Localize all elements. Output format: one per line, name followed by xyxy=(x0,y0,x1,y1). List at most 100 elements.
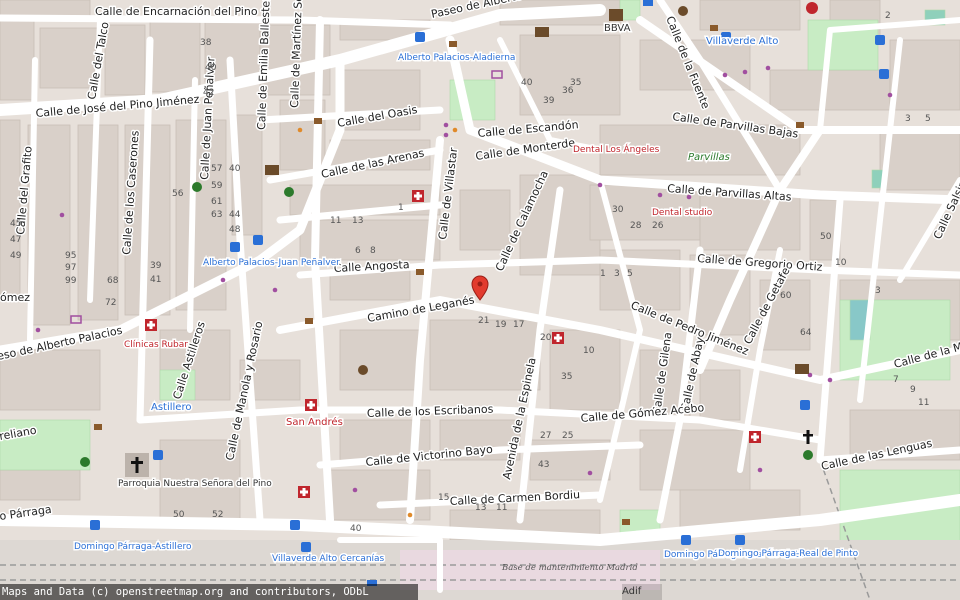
svg-text:60: 60 xyxy=(780,291,792,301)
svg-text:47: 47 xyxy=(10,235,21,245)
people-icon[interactable] xyxy=(358,365,368,375)
atm-icon[interactable] xyxy=(535,27,549,37)
svg-text:17: 17 xyxy=(513,320,524,330)
dental-label: Dental Los Ángeles xyxy=(573,143,660,155)
church-icon[interactable] xyxy=(125,453,149,477)
cafe-icon[interactable] xyxy=(305,318,313,324)
svg-text:43: 43 xyxy=(538,460,549,470)
shopping-cart-icon[interactable] xyxy=(491,70,503,79)
svg-text:35: 35 xyxy=(570,78,581,88)
svg-text:44: 44 xyxy=(229,210,241,220)
mail-icon[interactable] xyxy=(795,364,809,374)
svg-text:99: 99 xyxy=(65,276,77,286)
bus-stop-icon[interactable] xyxy=(800,400,810,410)
svg-text:5: 5 xyxy=(925,114,931,124)
svg-text:2: 2 xyxy=(885,11,891,21)
clinic-label: Clínicas Rubar xyxy=(124,340,188,350)
svg-text:26: 26 xyxy=(652,221,664,231)
svg-text:10: 10 xyxy=(583,346,595,356)
map-attribution[interactable]: Maps and Data (c) openstreetmap.org and … xyxy=(0,584,418,600)
dental-label: Dental studio xyxy=(652,208,713,218)
svg-text:40: 40 xyxy=(350,524,362,534)
bus-stop-icon[interactable] xyxy=(153,450,163,460)
bank-icon[interactable] xyxy=(609,9,623,21)
map-canvas[interactable]: Calle de Encarnación del Pino Paseo de A… xyxy=(0,0,960,600)
location-pin-icon[interactable] xyxy=(471,275,489,301)
cafe-icon[interactable] xyxy=(449,41,457,47)
atm-icon[interactable] xyxy=(265,165,279,175)
svg-text:19: 19 xyxy=(495,320,507,330)
svg-text:50: 50 xyxy=(820,232,832,242)
svg-text:41: 41 xyxy=(150,275,161,285)
pharmacy-icon[interactable] xyxy=(412,190,424,202)
pharmacy-icon[interactable] xyxy=(552,332,564,344)
bus-stop-icon[interactable] xyxy=(735,535,745,545)
svg-text:6: 6 xyxy=(355,246,361,256)
pharmacy-icon[interactable] xyxy=(749,431,761,443)
cafe-icon[interactable] xyxy=(710,25,718,31)
svg-text:68: 68 xyxy=(107,276,119,286)
svg-text:52: 52 xyxy=(212,510,223,520)
svg-text:13: 13 xyxy=(352,216,363,226)
bus-stop-icon[interactable] xyxy=(230,242,240,252)
cafe-icon[interactable] xyxy=(416,269,424,275)
fire-station-icon[interactable] xyxy=(806,2,818,14)
svg-text:8: 8 xyxy=(370,246,376,256)
svg-text:72: 72 xyxy=(105,298,116,308)
bus-stop-label: Alberto Palacios-Aladierna xyxy=(398,53,515,63)
bank-label: BBVA xyxy=(604,23,631,34)
bus-stop-icon[interactable] xyxy=(301,542,311,552)
svg-text:61: 61 xyxy=(211,197,222,207)
svg-text:95: 95 xyxy=(65,251,76,261)
svg-text:48: 48 xyxy=(229,225,241,235)
svg-text:25: 25 xyxy=(562,431,573,441)
fitness-icon[interactable] xyxy=(192,182,202,192)
svg-text:39: 39 xyxy=(150,261,162,271)
bus-stop-icon[interactable] xyxy=(90,520,100,530)
people-icon[interactable] xyxy=(678,6,688,16)
bus-stop-icon[interactable] xyxy=(415,32,425,42)
bus-stop-icon[interactable] xyxy=(253,235,263,245)
church-label: Parroquia Nuestra Señora del Pino xyxy=(118,479,272,489)
map-view[interactable]: Calle de Encarnación del Pino Paseo de A… xyxy=(0,0,960,600)
playground-icon[interactable] xyxy=(80,457,90,467)
pharmacy-icon[interactable] xyxy=(298,486,310,498)
svg-text:10: 10 xyxy=(835,258,847,268)
pharmacy-icon[interactable] xyxy=(305,399,317,411)
cafe-icon[interactable] xyxy=(314,118,322,124)
svg-text:64: 64 xyxy=(800,328,812,338)
svg-text:39: 39 xyxy=(543,96,555,106)
svg-text:40: 40 xyxy=(229,164,241,174)
bus-stop-icon[interactable] xyxy=(879,69,889,79)
cafe-icon[interactable] xyxy=(622,519,630,525)
street-label: ómez xyxy=(0,291,30,304)
rail-station-icon[interactable] xyxy=(643,0,653,6)
playground-icon[interactable] xyxy=(284,187,294,197)
svg-text:42: 42 xyxy=(203,88,214,98)
fitness-icon[interactable] xyxy=(803,450,813,460)
svg-text:21: 21 xyxy=(478,316,489,326)
svg-text:9: 9 xyxy=(910,385,916,395)
attribution-right-label: Adif xyxy=(622,584,662,600)
bus-stop-icon[interactable] xyxy=(290,520,300,530)
svg-text:56: 56 xyxy=(172,189,184,199)
svg-text:63: 63 xyxy=(211,210,222,220)
park-label: Parvillas xyxy=(688,152,730,163)
svg-text:13: 13 xyxy=(475,503,486,513)
bus-stop-icon[interactable] xyxy=(681,535,691,545)
bus-stop-icon[interactable] xyxy=(875,35,885,45)
svg-text:40: 40 xyxy=(205,63,217,73)
svg-text:11: 11 xyxy=(918,398,929,408)
pharmacy-icon[interactable] xyxy=(145,319,157,331)
cafe-icon[interactable] xyxy=(94,424,102,430)
svg-text:5: 5 xyxy=(627,269,633,279)
svg-text:50: 50 xyxy=(173,510,185,520)
svg-text:27: 27 xyxy=(540,431,551,441)
svg-text:57: 57 xyxy=(211,164,222,174)
svg-text:11: 11 xyxy=(330,216,341,226)
svg-text:35: 35 xyxy=(561,372,572,382)
maintenance-label: Base de mantenimiento Madrid xyxy=(501,563,638,573)
street-label: Calle de Carmen Bordiu xyxy=(449,488,580,508)
svg-text:59: 59 xyxy=(211,181,223,191)
svg-text:15: 15 xyxy=(438,493,449,503)
